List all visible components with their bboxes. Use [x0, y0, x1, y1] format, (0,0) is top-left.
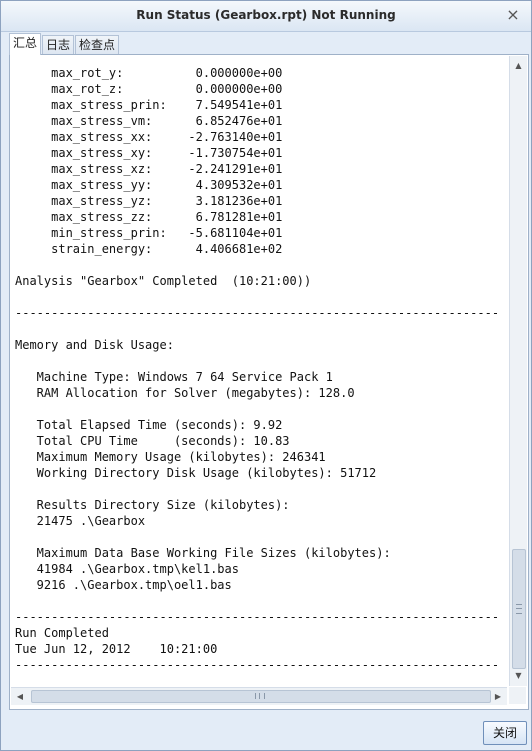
report-line: max_stress_zz: 6.781281e+01: [15, 210, 283, 224]
report-line: max_stress_vm: 6.852476e+01: [15, 114, 283, 128]
title-bar: Run Status (Gearbox.rpt) Not Running ×: [1, 1, 531, 32]
report-line: Machine Type: Windows 7 64 Service Pack …: [15, 370, 333, 384]
report-line: min_stress_prin: -5.681104e+01: [15, 226, 283, 240]
tab-checkpoint[interactable]: 检查点: [75, 35, 119, 54]
horizontal-scrollbar[interactable]: ◀ ▶: [11, 687, 507, 705]
close-icon[interactable]: ×: [503, 5, 523, 25]
report-line: Results Directory Size (kilobytes):: [15, 498, 290, 512]
scroll-up-icon[interactable]: ▲: [511, 58, 526, 74]
grip-icon: [255, 693, 265, 699]
tab-log[interactable]: 日志: [42, 35, 74, 54]
report-line: max_stress_yy: 4.309532e+01: [15, 178, 283, 192]
report-line: 9216 .\Gearbox.tmp\oel1.bas: [15, 578, 232, 592]
report-line: max_stress_xy: -1.730754e+01: [15, 146, 283, 160]
report-line: Working Directory Disk Usage (kilobytes)…: [15, 466, 377, 480]
scrollbar-corner: [509, 687, 526, 704]
run-status-window: Run Status (Gearbox.rpt) Not Running × 汇…: [0, 0, 532, 751]
report-line: max_stress_xz: -2.241291e+01: [15, 162, 283, 176]
report-line: 21475 .\Gearbox: [15, 514, 146, 528]
report-line: strain_energy: 4.406681e+02: [15, 242, 283, 256]
report-line: max_rot_y: 0.000000e+00: [15, 66, 283, 80]
report-line: max_stress_xx: -2.763140e+01: [15, 130, 283, 144]
report-text-area[interactable]: max_rot_y: 0.000000e+00 max_rot_z: 0.000…: [11, 56, 507, 686]
tab-summary[interactable]: 汇总: [9, 33, 41, 55]
report-line: ----------------------------------------…: [15, 306, 500, 320]
scroll-down-icon[interactable]: ▼: [511, 668, 526, 684]
report-line: Tue Jun 12, 2012 10:21:00: [15, 642, 218, 656]
report-line: max_stress_yz: 3.181236e+01: [15, 194, 283, 208]
report-line: max_stress_prin: 7.549541e+01: [15, 98, 283, 112]
report-text: max_rot_y: 0.000000e+00 max_rot_z: 0.000…: [15, 65, 499, 673]
window-title: Run Status (Gearbox.rpt) Not Running: [136, 8, 396, 22]
report-line: Maximum Data Base Working File Sizes (ki…: [15, 546, 391, 560]
vertical-scrollbar[interactable]: ▲ ▼: [509, 56, 527, 686]
report-panel: max_rot_y: 0.000000e+00 max_rot_z: 0.000…: [9, 54, 529, 710]
report-line: ----------------------------------------…: [15, 610, 500, 624]
report-line: ----------------------------------------…: [15, 658, 500, 672]
scroll-left-icon[interactable]: ◀: [12, 688, 28, 705]
scroll-right-icon[interactable]: ▶: [490, 688, 506, 705]
report-line: Maximum Memory Usage (kilobytes): 246341: [15, 450, 326, 464]
report-line: max_rot_z: 0.000000e+00: [15, 82, 283, 96]
grip-icon: [516, 604, 522, 614]
report-line: Total Elapsed Time (seconds): 9.92: [15, 418, 283, 432]
report-line: RAM Allocation for Solver (megabytes): 1…: [15, 386, 355, 400]
vertical-scroll-thumb[interactable]: [512, 549, 526, 669]
close-button[interactable]: 关闭: [483, 721, 527, 745]
report-line: Run Completed: [15, 626, 109, 640]
report-line: Memory and Disk Usage:: [15, 338, 174, 352]
horizontal-scroll-thumb[interactable]: [31, 690, 491, 703]
report-line: Analysis "Gearbox" Completed (10:21:00)): [15, 274, 312, 288]
report-line: 41984 .\Gearbox.tmp\kel1.bas: [15, 562, 239, 576]
report-line: Total CPU Time (seconds): 10.83: [15, 434, 290, 448]
